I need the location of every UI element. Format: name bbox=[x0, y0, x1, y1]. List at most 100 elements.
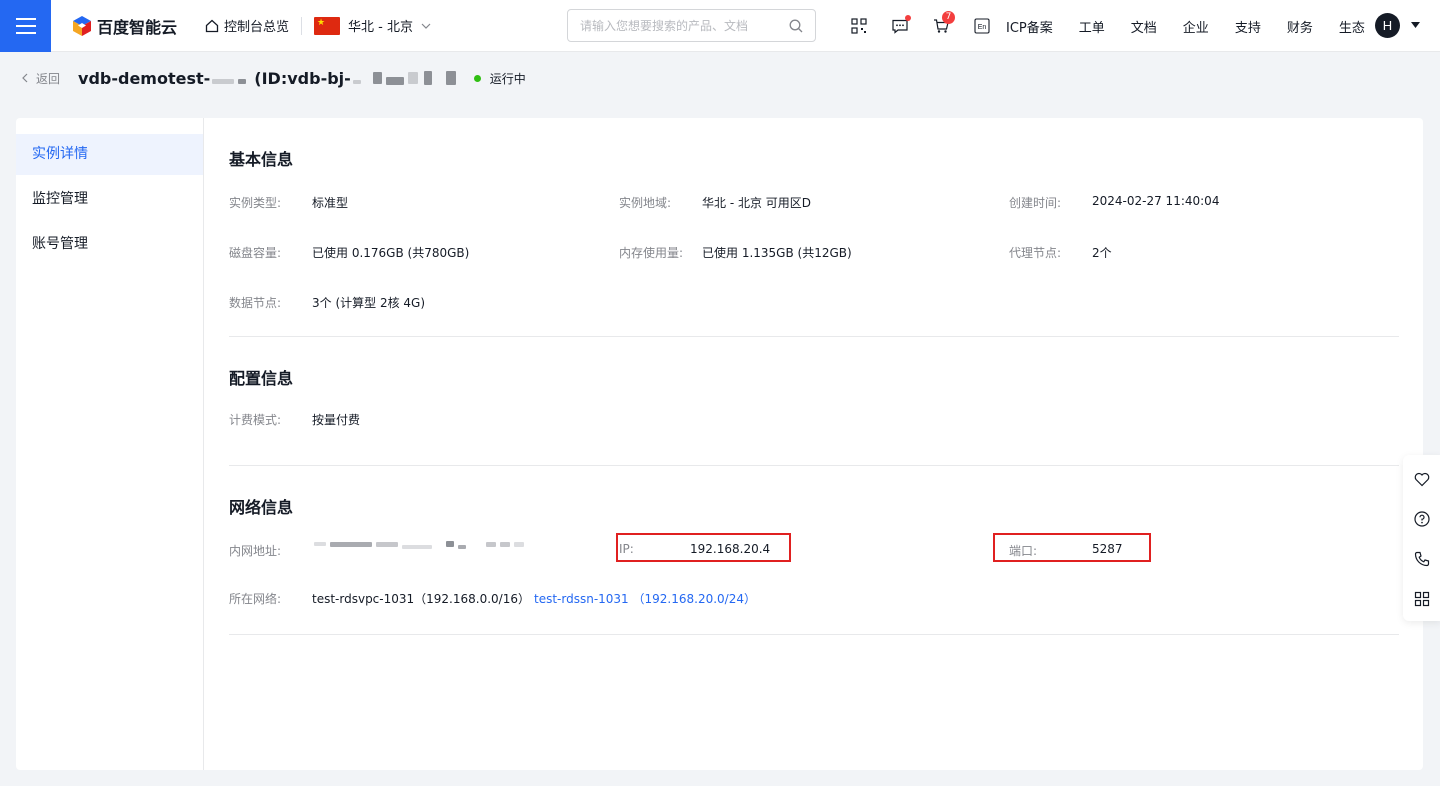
top-link-docs[interactable]: 文档 bbox=[1131, 17, 1157, 36]
caret-down-icon[interactable] bbox=[1411, 22, 1420, 28]
redacted-mark bbox=[238, 78, 247, 84]
contact-phone-button[interactable] bbox=[1403, 539, 1440, 579]
sidebar-item-instance-detail[interactable]: 实例详情 bbox=[16, 134, 203, 175]
top-link-finance[interactable]: 财务 bbox=[1287, 17, 1313, 36]
status-label: 运行中 bbox=[489, 71, 526, 86]
basic-info-grid: 实例类型: 标准型 实例地域: 华北 - 北京 可用区D 创建时间: 2024-02-… bbox=[229, 178, 1399, 336]
ip-highlight-box bbox=[616, 533, 791, 562]
apps-grid-button[interactable] bbox=[1403, 579, 1440, 619]
back-label: 返回 bbox=[36, 71, 61, 86]
section-title: 网络信息 bbox=[229, 498, 294, 517]
field-billing-mode: 计费模式: 按量付费 bbox=[229, 397, 619, 445]
grid-icon bbox=[1414, 591, 1430, 607]
field-network: 所在网络: test-rdsvpc-1031（192.168.0.0/16） t… bbox=[229, 574, 1399, 624]
redacted-mark bbox=[446, 541, 454, 547]
top-link-ticket[interactable]: 工单 bbox=[1079, 17, 1105, 36]
region-label: 华北 - 北京 bbox=[348, 20, 413, 35]
field-ip: IP: 192.168.20.4 bbox=[616, 526, 1009, 574]
search-icon[interactable] bbox=[789, 19, 803, 33]
unread-dot bbox=[905, 15, 911, 21]
redacted-address bbox=[312, 539, 526, 549]
baidu-cloud-logo-icon bbox=[73, 15, 91, 36]
console-home-label: 控制台总览 bbox=[224, 20, 290, 35]
field-label: 磁盘容量: bbox=[229, 246, 282, 260]
heart-icon bbox=[1414, 472, 1430, 486]
field-label: 所在网络: bbox=[229, 592, 282, 606]
console-home-link[interactable]: 控制台总览 bbox=[205, 16, 289, 35]
toolbar-icons: 7 En bbox=[838, 0, 1002, 52]
favorite-button[interactable] bbox=[1403, 459, 1440, 499]
top-link-ecosystem[interactable]: 生态 bbox=[1339, 17, 1365, 36]
redacted-mark bbox=[445, 71, 456, 85]
help-icon bbox=[1414, 511, 1430, 527]
redacted-mark bbox=[372, 72, 382, 84]
redacted-mark bbox=[500, 541, 510, 547]
field-label: 创建时间: bbox=[1009, 196, 1062, 210]
top-link-enterprise[interactable]: 企业 bbox=[1183, 17, 1209, 36]
instance-name-prefix: vdb-demotest- bbox=[78, 68, 211, 88]
field-label: 内存使用量: bbox=[619, 246, 684, 260]
help-button[interactable] bbox=[1403, 499, 1440, 539]
field-value: 华北 - 北京 可用区D bbox=[702, 196, 812, 210]
language-switch-button[interactable]: En bbox=[961, 0, 1002, 52]
sidebar-item-accounts[interactable]: 账号管理 bbox=[16, 224, 203, 265]
home-icon bbox=[205, 19, 219, 32]
field-internal-address: 内网地址: bbox=[229, 526, 619, 574]
status-badge: 运行中 bbox=[473, 70, 526, 87]
config-info-section: 配置信息 计费模式: 按量付费 bbox=[229, 337, 1399, 466]
redacted-mark bbox=[486, 541, 496, 547]
field-value: 按量付费 bbox=[312, 413, 361, 427]
top-link-support[interactable]: 支持 bbox=[1235, 17, 1261, 36]
field-label: 实例类型: bbox=[229, 196, 282, 210]
vpc-value: test-rdsvpc-1031（192.168.0.0/16） bbox=[312, 592, 530, 606]
network-info-grid: 内网地址: IP: 192.168.20.4 端口: 5287 所在网络: te… bbox=[229, 526, 1399, 634]
field-region: 实例地域: 华北 - 北京 可用区D bbox=[619, 178, 1009, 228]
top-link-icp[interactable]: ICP备案 bbox=[1006, 17, 1053, 36]
search-input[interactable] bbox=[580, 18, 789, 33]
field-value: 标准型 bbox=[312, 196, 349, 210]
messages-button[interactable] bbox=[879, 0, 920, 52]
chevron-down-icon bbox=[421, 23, 431, 29]
instance-title: vdb-demotest- (ID:vdb-bj- bbox=[78, 69, 458, 88]
hamburger-menu-button[interactable] bbox=[0, 0, 51, 52]
user-avatar[interactable]: H bbox=[1375, 13, 1400, 38]
message-icon bbox=[891, 19, 908, 34]
field-value: 2024-02-27 11:40:04 bbox=[1092, 194, 1220, 208]
config-info-grid: 计费模式: 按量付费 bbox=[229, 397, 1399, 465]
top-links: ICP备案 工单 文档 企业 支持 财务 生态 bbox=[1006, 0, 1391, 52]
basic-info-section: 基本信息 实例类型: 标准型 实例地域: 华北 - 北京 可用区D 创建时间: 202… bbox=[229, 118, 1399, 337]
region-selector[interactable]: 华北 - 北京 bbox=[314, 16, 431, 35]
redacted-mark bbox=[407, 72, 418, 84]
section-title: 基本信息 bbox=[229, 150, 294, 169]
floating-toolbar bbox=[1403, 455, 1440, 621]
field-label: 代理节点: bbox=[1009, 246, 1062, 260]
redacted-mark bbox=[514, 541, 524, 547]
redacted-mark bbox=[402, 545, 432, 549]
phone-icon bbox=[1414, 551, 1430, 567]
redacted-mark bbox=[385, 76, 404, 85]
field-value: 已使用 1.135GB (共12GB) bbox=[702, 246, 852, 260]
instance-detail-card: 实例详情 监控管理 账号管理 基本信息 实例类型: 标准型 实例地域: 华北 - 北… bbox=[16, 118, 1423, 770]
subnet-link[interactable]: test-rdssn-1031 （192.168.20.0/24） bbox=[534, 590, 756, 607]
chevron-left-icon bbox=[22, 73, 28, 83]
qrcode-button[interactable] bbox=[838, 0, 879, 52]
field-proxy-nodes: 代理节点: 2个 bbox=[1009, 228, 1399, 278]
detail-content: 基本信息 实例类型: 标准型 实例地域: 华北 - 北京 可用区D 创建时间: 202… bbox=[204, 118, 1423, 770]
detail-sidebar: 实例详情 监控管理 账号管理 bbox=[16, 118, 204, 770]
instance-header: 返回 vdb-demotest- (ID:vdb-bj- 运行中 bbox=[0, 52, 1440, 104]
back-button[interactable]: 返回 bbox=[22, 70, 60, 87]
field-label: 数据节点: bbox=[229, 296, 282, 310]
sidebar-item-monitoring[interactable]: 监控管理 bbox=[16, 179, 203, 220]
redacted-mark bbox=[330, 541, 372, 547]
field-value: 2个 bbox=[1092, 246, 1112, 260]
redacted-mark bbox=[314, 542, 326, 546]
cart-button[interactable]: 7 bbox=[920, 0, 961, 52]
instance-id-prefix: (ID:vdb-bj- bbox=[254, 68, 351, 88]
brand-logo[interactable]: 百度智能云 bbox=[71, 14, 183, 38]
divider bbox=[301, 16, 303, 35]
field-label: 内网地址: bbox=[229, 544, 282, 558]
field-value: 已使用 0.176GB (共780GB) bbox=[312, 246, 470, 260]
global-search-box[interactable] bbox=[567, 9, 816, 42]
section-title: 配置信息 bbox=[229, 369, 294, 388]
menu-icon bbox=[15, 17, 36, 34]
